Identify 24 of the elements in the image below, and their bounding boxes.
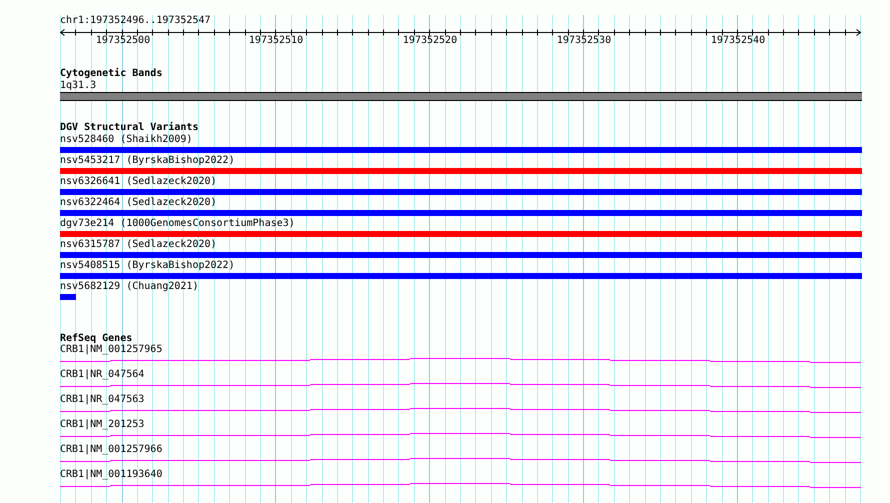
gene-label: CRB1|NR_047563 <box>60 394 144 405</box>
band-label: 1q31.3 <box>60 80 96 91</box>
location-label: chr1:197352496..197352547 <box>60 15 211 26</box>
variant-label: nsv6322464 (Sedlazeck2020) <box>60 197 217 208</box>
track-title: DGV Structural Variants <box>60 122 198 133</box>
variant-label: nsv5682129 (Chuang2021) <box>60 281 198 292</box>
gene-label: CRB1|NM_201253 <box>60 419 144 430</box>
gene-label: CRB1|NR_047564 <box>60 369 144 380</box>
gene-label: CRB1|NM_001257966 <box>60 444 162 455</box>
variant-label: nsv5453217 (ByrskaBishop2022) <box>60 155 235 166</box>
variant-label: nsv6326641 (Sedlazeck2020) <box>60 176 217 187</box>
gene-label: CRB1|NM_001193640 <box>60 469 162 480</box>
tick-label: 197352520 <box>402 35 458 46</box>
gene-label: CRB1|NM_001257965 <box>60 344 162 355</box>
tick-label: 197352500 <box>96 35 150 46</box>
variant-label: nsv6315787 (Sedlazeck2020) <box>60 239 217 250</box>
variant-label: dgv73e214 (1000GenomesConsortiumPhase3) <box>60 218 295 229</box>
track-title: RefSeq Genes <box>60 333 132 344</box>
variant-label: nsv528460 (Shaikh2009) <box>60 134 192 145</box>
tick-label: 197352540 <box>710 35 766 46</box>
track-title: Cytogenetic Bands <box>60 68 162 79</box>
tick-label: 197352530 <box>556 35 612 46</box>
variant-label: nsv5408515 (ByrskaBishop2022) <box>60 260 235 271</box>
tick-label: 197352510 <box>248 35 304 46</box>
